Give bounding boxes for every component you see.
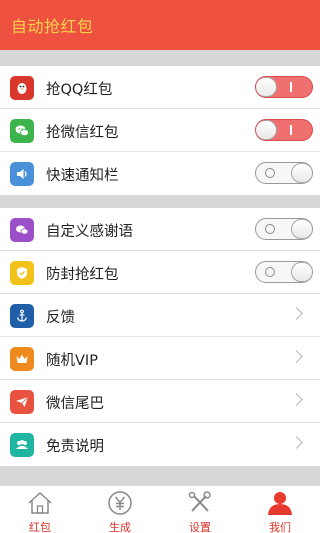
qq-penguin-icon [10, 76, 34, 100]
tab-label: 红包 [29, 521, 51, 533]
toggle-knob [256, 120, 277, 140]
setting-label: 抢微信红包 [46, 125, 119, 141]
chevron-right-icon [290, 307, 303, 320]
tab-label: 设置 [189, 521, 211, 533]
setting-row-wechat[interactable]: 抢微信红包 [0, 109, 320, 152]
shield-icon [10, 261, 34, 285]
setting-row-disclaimer[interactable]: 免责说明 [0, 423, 320, 466]
people-icon [10, 433, 34, 457]
toggle-on-mark [290, 125, 292, 135]
setting-label: 反馈 [46, 310, 75, 326]
chevron-right-icon [290, 350, 303, 363]
paper-plane-icon [10, 390, 34, 414]
notification-toggle[interactable] [255, 162, 313, 184]
tools-icon [188, 491, 211, 512]
toggle-off-mark [265, 168, 275, 178]
home-icon [28, 491, 52, 514]
antiban-toggle[interactable] [255, 261, 313, 283]
chevron-right-icon [290, 393, 303, 406]
qq-toggle[interactable] [255, 76, 313, 98]
tab-settings[interactable]: 设置 [160, 486, 240, 533]
toggle-knob [291, 219, 312, 239]
toggle-knob [291, 163, 312, 183]
toggle-on-mark [290, 82, 292, 92]
person-icon [268, 492, 292, 515]
setting-label: 抢QQ红包 [46, 82, 113, 98]
setting-label: 快速通知栏 [46, 168, 119, 184]
setting-row-tail[interactable]: 微信尾巴 [0, 380, 320, 423]
toggle-knob [256, 77, 277, 97]
toggle-off-mark [265, 267, 275, 277]
tab-about-us[interactable]: 我们 [240, 486, 320, 533]
tab-generate[interactable]: 生成 [80, 486, 160, 533]
chat-bubbles-icon [10, 218, 34, 242]
setting-row-vip[interactable]: 随机VIP [0, 337, 320, 380]
yen-icon [108, 491, 132, 515]
app-title: 自动抢红包 [11, 17, 94, 36]
setting-label: 免责说明 [46, 439, 104, 455]
setting-row-notification[interactable]: 快速通知栏 [0, 152, 320, 195]
tab-redpacket[interactable]: 红包 [0, 486, 80, 533]
toggle-knob [291, 262, 312, 282]
toggle-off-mark [265, 224, 275, 234]
section-gap [0, 195, 320, 208]
tab-label: 我们 [269, 521, 291, 533]
setting-row-thanks[interactable]: 自定义感谢语 [0, 208, 320, 251]
thanks-toggle[interactable] [255, 218, 313, 240]
section-gap [0, 50, 320, 66]
setting-row-qq[interactable]: 抢QQ红包 [0, 66, 320, 109]
setting-label: 随机VIP [46, 353, 98, 369]
chevron-right-icon [290, 436, 303, 449]
setting-row-feedback[interactable]: 反馈 [0, 294, 320, 337]
setting-row-antiban[interactable]: 防封抢红包 [0, 251, 320, 294]
crown-icon [10, 347, 34, 371]
speaker-icon [10, 162, 34, 186]
bottom-tab-bar: 红包 生成 设置 我们 [0, 485, 320, 533]
tab-label: 生成 [109, 521, 131, 533]
app-header: 自动抢红包 [0, 0, 320, 50]
anchor-icon [10, 304, 34, 328]
setting-label: 自定义感谢语 [46, 224, 133, 240]
setting-label: 防封抢红包 [46, 267, 119, 283]
wechat-toggle[interactable] [255, 119, 313, 141]
wechat-icon [10, 119, 34, 143]
section-gap [0, 466, 320, 485]
setting-label: 微信尾巴 [46, 396, 104, 412]
